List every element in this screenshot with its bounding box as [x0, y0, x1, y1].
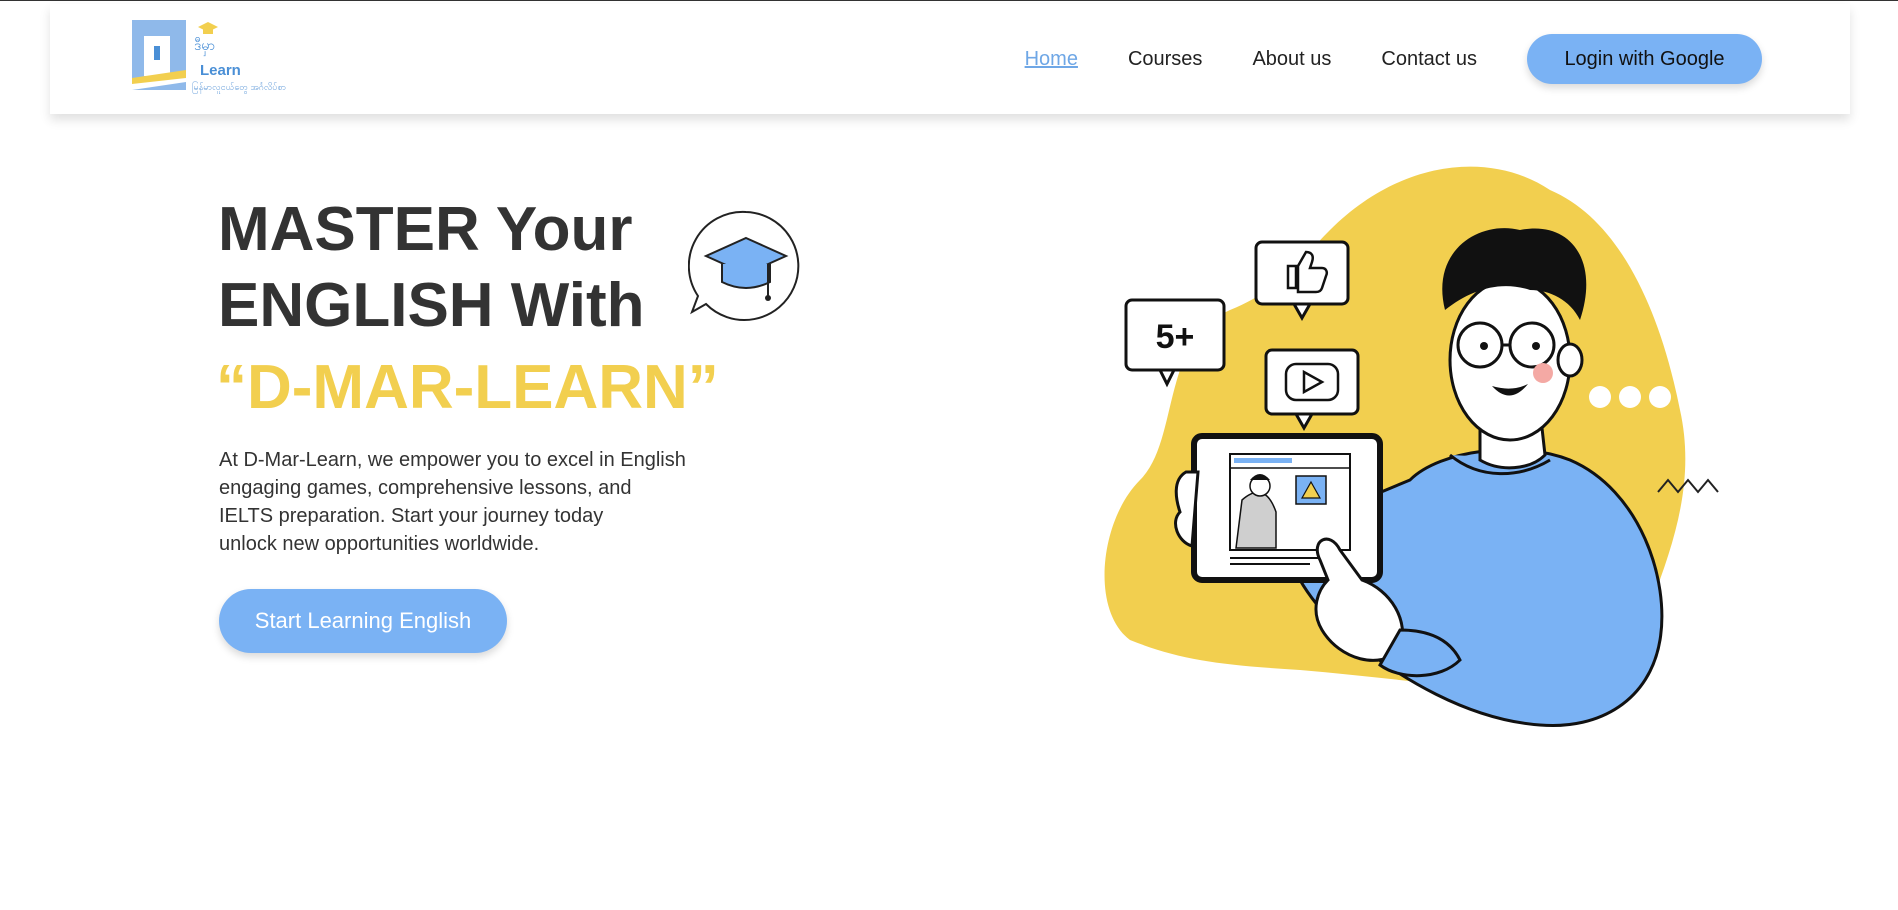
hero-description-line: unlock new opportunities worldwide. [219, 533, 540, 555]
hero-description-line: IELTS preparation. Start your journey to… [219, 505, 604, 527]
hero-title: MASTER Your ENGLISH With [218, 192, 645, 344]
hero-description: At D-Mar-Learn, we empower you to excel … [219, 446, 739, 558]
logo[interactable]: ဒီမှာ Learn မြန်မာလူငယ်တွေ အင်္ဂလိပ်စာ [132, 20, 292, 96]
logo-tagline: မြန်မာလူငယ်တွေ အင်္ဂလိပ်စာ [192, 82, 287, 92]
hero-brand-name: “D-MAR-LEARN” [216, 353, 719, 422]
mini-cap-icon [198, 22, 218, 34]
hero-title-line2: ENGLISH With [218, 271, 645, 340]
logo-brand-name: Learn [200, 62, 241, 79]
hero-description-line: engaging games, comprehensive lessons, a… [219, 477, 632, 499]
nav-home[interactable]: Home [1025, 48, 1078, 71]
badge-text: 5+ [1156, 318, 1195, 356]
main-nav: Home Courses About us Contact us Login w… [1025, 4, 1850, 114]
login-with-google-button[interactable]: Login with Google [1527, 34, 1762, 84]
logo-mark-icon [132, 20, 186, 90]
nav-contact[interactable]: Contact us [1381, 48, 1477, 71]
start-learning-button[interactable]: Start Learning English [219, 589, 507, 653]
hero-title-line1: MASTER Your [218, 195, 633, 264]
badge-bubble: 5+ [1124, 298, 1226, 388]
logo-brand-top: ဒီမှာ [194, 37, 216, 53]
top-border [0, 0, 1898, 1]
navbar: ဒီမှာ Learn မြန်မာလူငယ်တွေ အင်္ဂလိပ်စာ H… [50, 4, 1850, 114]
student-tablet-illustration: 5+ [1104, 166, 1719, 728]
nav-about[interactable]: About us [1252, 48, 1331, 71]
graduation-cap-icon [688, 210, 800, 321]
nav-courses[interactable]: Courses [1128, 48, 1202, 71]
hero-description-line: At D-Mar-Learn, we empower you to excel … [219, 449, 686, 471]
